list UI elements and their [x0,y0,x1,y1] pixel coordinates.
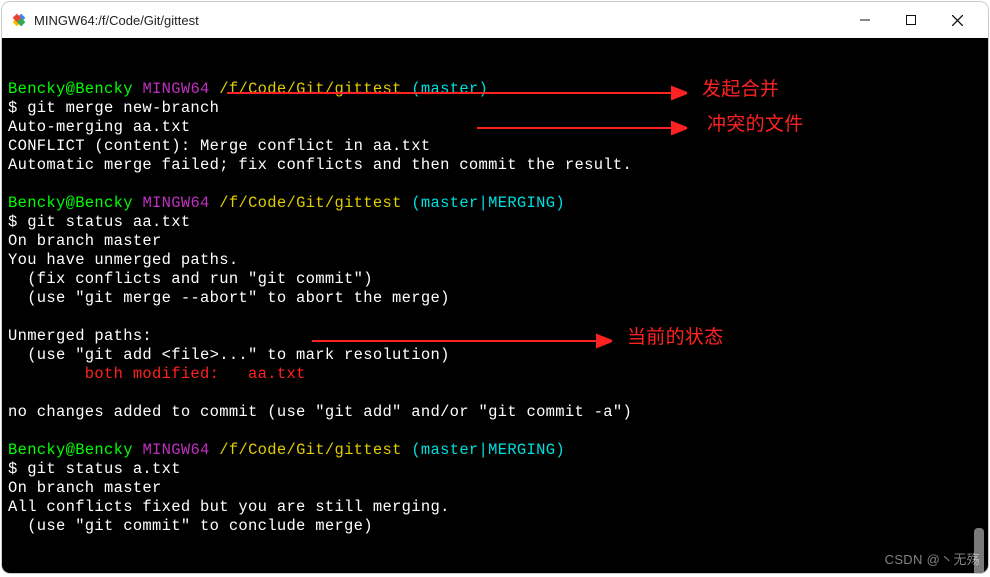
watermark: CSDN @丶无殇 [885,550,980,569]
window-controls [842,4,980,36]
prompt-branch: (master|MERGING) [411,194,565,212]
output-line: Unmerged paths: [8,327,152,345]
app-icon [10,11,28,29]
prompt-branch: (master|MERGING) [411,441,565,459]
prompt-host: MINGW64 [142,80,209,98]
maximize-button[interactable] [888,4,934,36]
output-line: Automatic merge failed; fix conflicts an… [8,156,632,174]
command-line: $ git status a.txt [8,460,181,478]
prompt-host: MINGW64 [142,441,209,459]
output-line: You have unmerged paths. [8,251,238,269]
output-line: no changes added to commit (use "git add… [8,403,632,421]
output-line: CONFLICT (content): Merge conflict in aa… [8,137,430,155]
annotation-label: 冲突的文件 [707,115,804,134]
minimize-button[interactable] [842,4,888,36]
command-line: $ git status aa.txt [8,213,190,231]
prompt-user: Bencky@Bencky [8,441,133,459]
prompt-host: MINGW64 [142,194,209,212]
terminal-window: MINGW64:/f/Code/Git/gittest Bencky@Benck… [2,2,988,573]
output-line: Auto-merging aa.txt [8,118,190,136]
annotation-arrow [227,83,687,103]
annotation-label: 当前的状态 [627,328,724,347]
prompt-path: /f/Code/Git/gittest [219,441,401,459]
output-line: (fix conflicts and run "git commit") [8,270,373,288]
titlebar[interactable]: MINGW64:/f/Code/Git/gittest [2,2,988,38]
output-conflict-line: both modified: aa.txt [8,365,306,383]
output-line: (use "git merge --abort" to abort the me… [8,289,450,307]
window-title: MINGW64:/f/Code/Git/gittest [34,13,842,28]
annotation-arrow [312,331,612,351]
command-line: $ git merge new-branch [8,99,219,117]
close-button[interactable] [934,4,980,36]
output-line: All conflicts fixed but you are still me… [8,498,450,516]
output-line: On branch master [8,232,162,250]
output-line: On branch master [8,479,162,497]
prompt-user: Bencky@Bencky [8,194,133,212]
annotation-label: 发起合并 [702,80,779,99]
prompt-path: /f/Code/Git/gittest [219,194,401,212]
terminal-body[interactable]: Bencky@Bencky MINGW64 /f/Code/Git/gittes… [2,38,988,573]
annotation-arrow [477,118,687,138]
output-line: (use "git commit" to conclude merge) [8,517,373,535]
prompt-user: Bencky@Bencky [8,80,133,98]
